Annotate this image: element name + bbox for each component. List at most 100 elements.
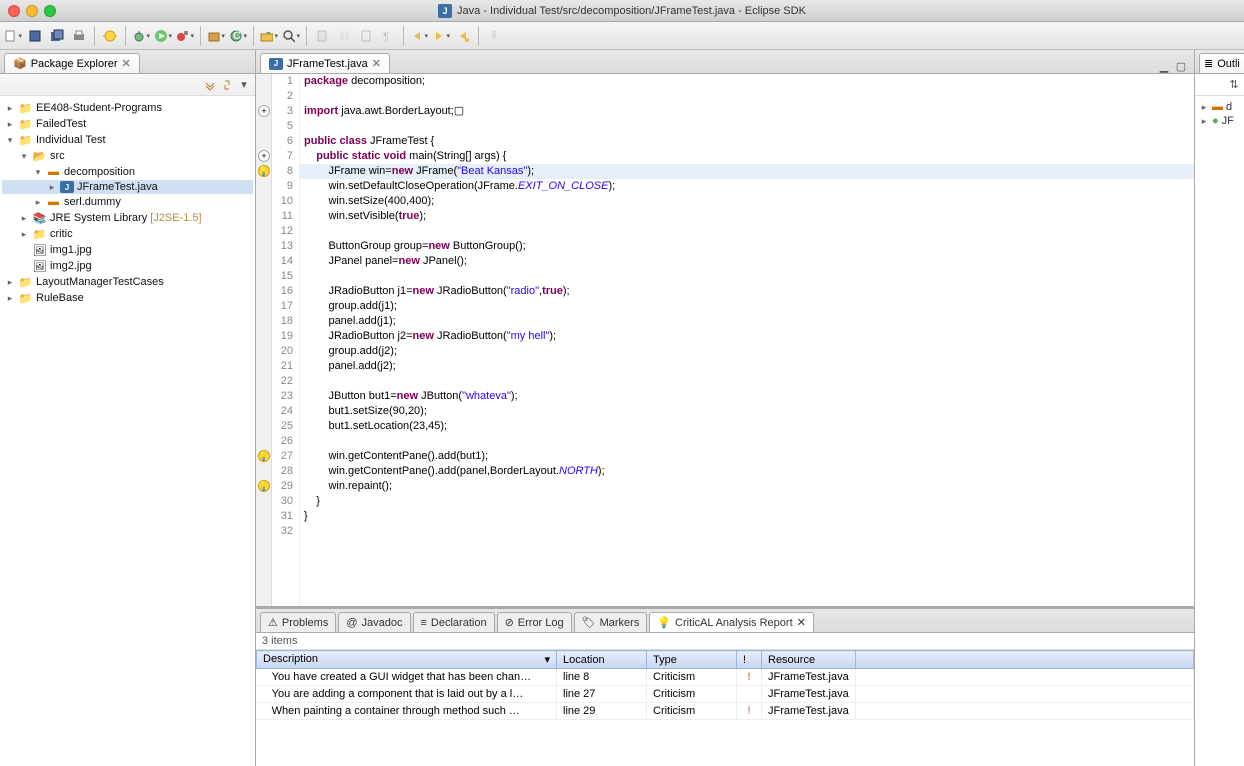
code-line[interactable] xyxy=(300,119,1194,134)
minimize-button[interactable] xyxy=(26,5,38,17)
code-line[interactable]: but1.setSize(90,20); xyxy=(300,404,1194,419)
code-line[interactable]: win.getContentPane().add(panel,BorderLay… xyxy=(300,464,1194,479)
code-editor[interactable]: ++💡💡💡 1235678910111213141516171819202122… xyxy=(256,74,1194,606)
new-package-button[interactable]: ▾ xyxy=(206,26,226,46)
code-line[interactable] xyxy=(300,269,1194,284)
run-button[interactable]: ▾ xyxy=(153,26,173,46)
nav-back-button[interactable]: ▾ xyxy=(409,26,429,46)
tree-item[interactable]: ▸📁FailedTest xyxy=(2,116,253,132)
tree-item[interactable]: ▾▬decomposition xyxy=(2,164,253,180)
ext-tools-button[interactable]: ▾ xyxy=(175,26,195,46)
show-whitespace-button[interactable]: ¶ xyxy=(378,26,398,46)
close-icon[interactable]: ✕ xyxy=(372,57,381,70)
fold-icon[interactable]: + xyxy=(258,150,270,162)
new-button[interactable]: ▾ xyxy=(3,26,23,46)
package-explorer-tab[interactable]: 📦 Package Explorer ✕ xyxy=(4,53,140,73)
table-row[interactable]: You have created a GUI widget that has b… xyxy=(257,669,1194,686)
code-line[interactable]: win.setDefaultCloseOperation(JFrame.EXIT… xyxy=(300,179,1194,194)
toggle-block-button[interactable] xyxy=(356,26,376,46)
code-line[interactable]: win.getContentPane().add(but1); xyxy=(300,449,1194,464)
save-button[interactable] xyxy=(25,26,45,46)
code-line[interactable]: } xyxy=(300,509,1194,524)
tree-item[interactable]: ▸📚JRE System Library [J2SE-1.5] xyxy=(2,210,253,226)
tree-item[interactable]: ▸▬serl.dummy xyxy=(2,194,253,210)
lightbulb-icon[interactable]: 💡 xyxy=(258,165,270,177)
debug-button[interactable]: ▾ xyxy=(131,26,151,46)
column-header[interactable]: Location xyxy=(557,651,647,669)
bottom-tab[interactable]: ⊘Error Log xyxy=(497,612,572,632)
outline-tree[interactable]: ▸▬d ▸●JF xyxy=(1195,96,1244,766)
save-all-button[interactable] xyxy=(47,26,67,46)
minimize-view-icon[interactable]: ▁ xyxy=(1157,59,1171,73)
code-line[interactable]: JRadioButton j2=new JRadioButton("my hel… xyxy=(300,329,1194,344)
bottom-tab[interactable]: @Javadoc xyxy=(338,612,410,632)
outline-sort-icon[interactable]: ⇅ xyxy=(1227,78,1241,92)
tree-item[interactable]: ▸📁RuleBase xyxy=(2,290,253,306)
code-line[interactable] xyxy=(300,374,1194,389)
print-button[interactable] xyxy=(69,26,89,46)
new-class-button[interactable]: C▾ xyxy=(228,26,248,46)
tree-item[interactable]: ▸JJFrameTest.java xyxy=(2,180,253,194)
column-header[interactable]: Resource xyxy=(762,651,856,669)
lightbulb-icon[interactable]: 💡 xyxy=(258,480,270,492)
last-edit-button[interactable] xyxy=(453,26,473,46)
code-line[interactable]: JRadioButton j1=new JRadioButton("radio"… xyxy=(300,284,1194,299)
tree-item[interactable]: 🖼img1.jpg xyxy=(2,242,253,258)
view-menu-icon[interactable]: ▾ xyxy=(237,78,251,92)
search-button[interactable]: ▾ xyxy=(281,26,301,46)
bottom-tab[interactable]: ⚠Problems xyxy=(260,612,336,632)
analysis-table[interactable]: Description ▾LocationType!Resource You h… xyxy=(256,650,1194,720)
close-icon[interactable]: ✕ xyxy=(122,57,131,70)
code-line[interactable]: win.repaint(); xyxy=(300,479,1194,494)
table-row[interactable]: You are adding a component that is laid … xyxy=(257,686,1194,703)
tree-item[interactable]: ▾📁Individual Test xyxy=(2,132,253,148)
toggle-mark-button[interactable] xyxy=(312,26,332,46)
column-header[interactable]: Description ▾ xyxy=(257,651,557,669)
code-line[interactable]: win.setVisible(true); xyxy=(300,209,1194,224)
code-line[interactable] xyxy=(300,89,1194,104)
fold-icon[interactable]: + xyxy=(258,105,270,117)
code-line[interactable]: } xyxy=(300,494,1194,509)
editor-tab[interactable]: J JFrameTest.java ✕ xyxy=(260,53,390,73)
close-icon[interactable]: ✕ xyxy=(797,616,806,629)
code-line[interactable] xyxy=(300,224,1194,239)
nav-fwd-button[interactable]: ▾ xyxy=(431,26,451,46)
table-row[interactable]: When painting a container through method… xyxy=(257,703,1194,720)
bottom-tab[interactable]: 🏷Markers xyxy=(574,612,648,632)
bottom-tab[interactable]: ≡Declaration xyxy=(413,612,495,632)
critical-button[interactable] xyxy=(100,26,120,46)
next-mark-button[interactable] xyxy=(334,26,354,46)
code-line[interactable]: import java.awt.BorderLayout;▢ xyxy=(300,104,1194,119)
code-line[interactable]: JPanel panel=new JPanel(); xyxy=(300,254,1194,269)
code-line[interactable]: group.add(j1); xyxy=(300,299,1194,314)
code-line[interactable]: package decomposition; xyxy=(300,74,1194,89)
pin-button[interactable] xyxy=(484,26,504,46)
lightbulb-icon[interactable]: 💡 xyxy=(258,450,270,462)
code-line[interactable]: JButton but1=new JButton("whateva"); xyxy=(300,389,1194,404)
tree-item[interactable]: ▾📂src xyxy=(2,148,253,164)
code-line[interactable]: panel.add(j2); xyxy=(300,359,1194,374)
tree-item[interactable]: ▸📁EE408-Student-Programs xyxy=(2,100,253,116)
collapse-all-icon[interactable] xyxy=(203,78,217,92)
code-line[interactable]: win.setSize(400,400); xyxy=(300,194,1194,209)
maximize-view-icon[interactable]: ▢ xyxy=(1174,59,1188,73)
bottom-tab[interactable]: 💡CriticAL Analysis Report ✕ xyxy=(649,612,814,632)
tree-item[interactable]: ▸📁LayoutManagerTestCases xyxy=(2,274,253,290)
code-line[interactable]: panel.add(j1); xyxy=(300,314,1194,329)
code-line[interactable]: group.add(j2); xyxy=(300,344,1194,359)
code-line[interactable]: JFrame win=new JFrame("Beat Kansas"); xyxy=(300,164,1194,179)
open-type-button[interactable]: ▾ xyxy=(259,26,279,46)
code-line[interactable] xyxy=(300,434,1194,449)
tree-item[interactable]: 🖼img2.jpg xyxy=(2,258,253,274)
close-button[interactable] xyxy=(8,5,20,17)
link-editor-icon[interactable] xyxy=(220,78,234,92)
column-header[interactable]: ! xyxy=(737,651,762,669)
code-line[interactable]: but1.setLocation(23,45); xyxy=(300,419,1194,434)
code-line[interactable]: public static void main(String[] args) { xyxy=(300,149,1194,164)
package-explorer-tree[interactable]: ▸📁EE408-Student-Programs▸📁FailedTest▾📁In… xyxy=(0,96,255,766)
outline-tab[interactable]: ≣ Outli xyxy=(1199,53,1244,73)
code-line[interactable]: ButtonGroup group=new ButtonGroup(); xyxy=(300,239,1194,254)
zoom-button[interactable] xyxy=(44,5,56,17)
tree-item[interactable]: ▸📁critic xyxy=(2,226,253,242)
code-line[interactable] xyxy=(300,524,1194,539)
